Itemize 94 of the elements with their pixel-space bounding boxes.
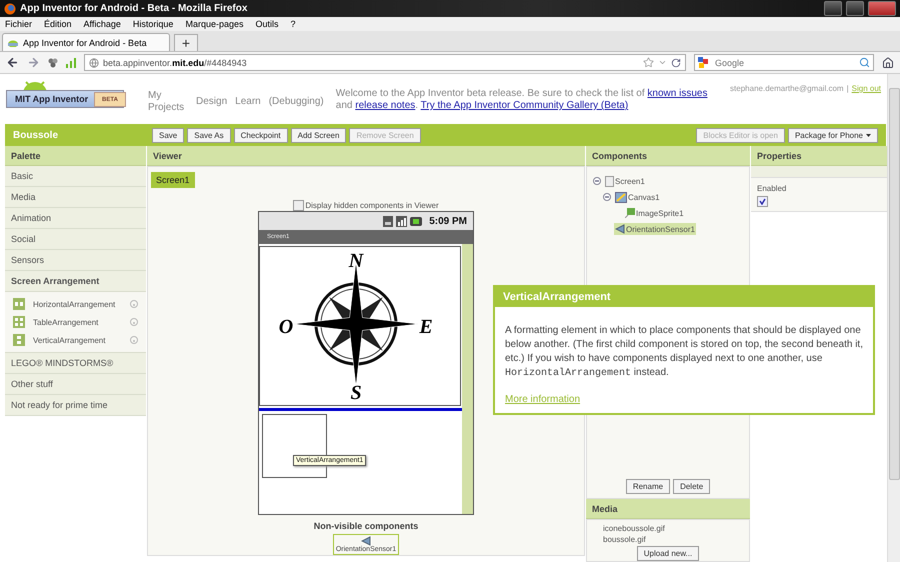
component-button[interactable]: Rename bbox=[626, 479, 670, 494]
palette-item[interactable]: TableArrangement bbox=[5, 313, 146, 331]
arrangement-icon bbox=[13, 334, 25, 346]
checkbox-label: Display hidden components in Viewer bbox=[305, 201, 439, 210]
signal-icon[interactable] bbox=[66, 58, 76, 68]
browser-logo-icon bbox=[4, 2, 16, 14]
globe-icon bbox=[89, 58, 99, 68]
media-file[interactable]: iconeboussole.gif bbox=[603, 524, 749, 533]
scrollbar[interactable] bbox=[887, 74, 900, 562]
menu-item[interactable]: Fichier bbox=[5, 19, 32, 29]
palette-category[interactable]: Screen Arrangement bbox=[5, 271, 146, 292]
palette-category[interactable]: Not ready for prime time bbox=[5, 395, 146, 416]
tree-item[interactable]: Screen1 bbox=[604, 174, 646, 188]
welcome-message: Welcome to the App Inventor beta release. Be sure to check the list of known issues and release notes. Try the App Inventor Community Gallery (Beta) bbox=[336, 88, 708, 112]
user-email: stephane.demarthe@gmail.com bbox=[730, 84, 844, 93]
upload-button[interactable]: Upload new... bbox=[636, 546, 700, 561]
checkbox[interactable] bbox=[757, 196, 768, 207]
popup-description: A formatting element in which to place components that should be displayed one below another. (The first child component is stored on top, the second beneath it, etc.) If you wish to have components displayed next to one another, use HorizontalArrangement instead. bbox=[505, 324, 863, 381]
canvas-icon bbox=[615, 192, 627, 202]
palette-category[interactable]: Basic bbox=[5, 166, 146, 187]
toolbar-button[interactable]: Save bbox=[152, 128, 184, 142]
menu-item[interactable]: Marque-pages bbox=[185, 19, 244, 29]
image-icon bbox=[625, 208, 635, 218]
welcome-link[interactable]: known issues bbox=[647, 88, 708, 99]
nav-link[interactable]: Learn bbox=[235, 96, 261, 108]
screen-icon bbox=[605, 176, 614, 186]
menu-item[interactable]: Édition bbox=[44, 19, 72, 29]
network-icon bbox=[383, 216, 394, 226]
new-tab-button[interactable]: + bbox=[174, 34, 198, 51]
property-label: Enabled bbox=[757, 184, 788, 193]
project-name: Boussole bbox=[13, 130, 60, 140]
browser-tab[interactable]: App Inventor for Android - Beta bbox=[2, 33, 170, 51]
menu-item[interactable]: ? bbox=[290, 19, 296, 29]
back-icon[interactable] bbox=[6, 56, 19, 69]
palette-category[interactable]: LEGO® MINDSTORMS® bbox=[5, 353, 146, 374]
component-button[interactable]: Delete bbox=[673, 479, 710, 494]
tree-item[interactable]: Canvas1 bbox=[614, 190, 661, 204]
panel-header: Viewer bbox=[147, 146, 585, 166]
panel-header: Properties bbox=[751, 146, 887, 166]
palette-category[interactable]: Animation bbox=[5, 208, 146, 229]
menu-item[interactable]: Historique bbox=[132, 19, 174, 29]
maximize-button[interactable] bbox=[846, 1, 864, 16]
signal-icon bbox=[396, 216, 408, 226]
panel-header: Media bbox=[586, 499, 750, 519]
window-title: App Inventor for Android - Beta - Mozilla Firefox bbox=[20, 3, 248, 14]
separator: | bbox=[846, 84, 849, 93]
bookmark-star-icon[interactable] bbox=[643, 57, 654, 68]
palette-category[interactable]: Media bbox=[5, 187, 146, 208]
close-button[interactable] bbox=[868, 1, 896, 16]
nav-link[interactable]: (Debugging) bbox=[268, 96, 324, 108]
caret-icon bbox=[866, 134, 871, 136]
nav-link[interactable]: Design bbox=[196, 96, 228, 108]
collapse-icon[interactable] bbox=[593, 176, 601, 184]
palette-category[interactable]: Sensors bbox=[5, 250, 146, 271]
palette-category[interactable]: Social bbox=[5, 229, 146, 250]
popup-title: VerticalArrangement bbox=[495, 287, 873, 307]
checkbox[interactable] bbox=[293, 200, 304, 211]
arrangement-icon bbox=[13, 316, 25, 328]
arrangement-icon bbox=[13, 298, 25, 310]
search-engine-icon[interactable] bbox=[698, 57, 710, 68]
sensor-icon bbox=[360, 536, 371, 546]
media-file[interactable]: boussole.gif bbox=[603, 535, 749, 544]
welcome-link[interactable]: release notes bbox=[355, 100, 416, 111]
tree-item[interactable]: ImageSprite1 bbox=[624, 207, 685, 219]
android-icon bbox=[7, 38, 19, 47]
section-title: Non-visible components bbox=[314, 521, 418, 531]
toolbar-button[interactable]: Save As bbox=[187, 128, 231, 142]
screen-tab[interactable]: Screen1 bbox=[151, 172, 195, 188]
tree-item[interactable]: OrientationSensor1 bbox=[614, 223, 696, 235]
panel-header: Components bbox=[586, 146, 750, 166]
nav-link[interactable]: My Projects bbox=[148, 90, 188, 114]
menu-item[interactable]: Outils bbox=[256, 19, 279, 29]
toolbar-button[interactable]: Package for Phone bbox=[788, 128, 878, 142]
toolbar-button[interactable]: Add Screen bbox=[290, 128, 346, 142]
palette-category[interactable]: Other stuff bbox=[5, 374, 146, 395]
palette-item[interactable]: HorizontalArrangement bbox=[5, 295, 146, 313]
collapse-icon[interactable] bbox=[603, 192, 611, 200]
sensor-icon bbox=[615, 224, 625, 234]
reload-icon[interactable] bbox=[671, 58, 681, 68]
welcome-link[interactable]: Try the App Inventor Community Gallery (Beta) bbox=[420, 100, 628, 111]
forward-icon[interactable] bbox=[27, 56, 40, 69]
dropdown-icon[interactable] bbox=[658, 58, 667, 67]
home-icon[interactable] bbox=[882, 56, 894, 68]
menu-item[interactable]: Affichage bbox=[84, 19, 121, 29]
panel-header: Palette bbox=[5, 146, 146, 166]
minimize-button[interactable] bbox=[824, 1, 842, 16]
search-icon[interactable] bbox=[859, 57, 870, 68]
toolbar-button[interactable]: Checkpoint bbox=[234, 128, 288, 142]
url-field[interactable]: beta.appinventor.mit.edu/#4484943 bbox=[84, 54, 686, 71]
search-field[interactable]: Google bbox=[694, 54, 874, 71]
clock: 5:09 PM bbox=[429, 216, 467, 226]
addon-icon[interactable] bbox=[48, 58, 58, 68]
battery-icon bbox=[410, 216, 422, 226]
palette-item[interactable]: VerticalArrangement bbox=[5, 331, 146, 349]
